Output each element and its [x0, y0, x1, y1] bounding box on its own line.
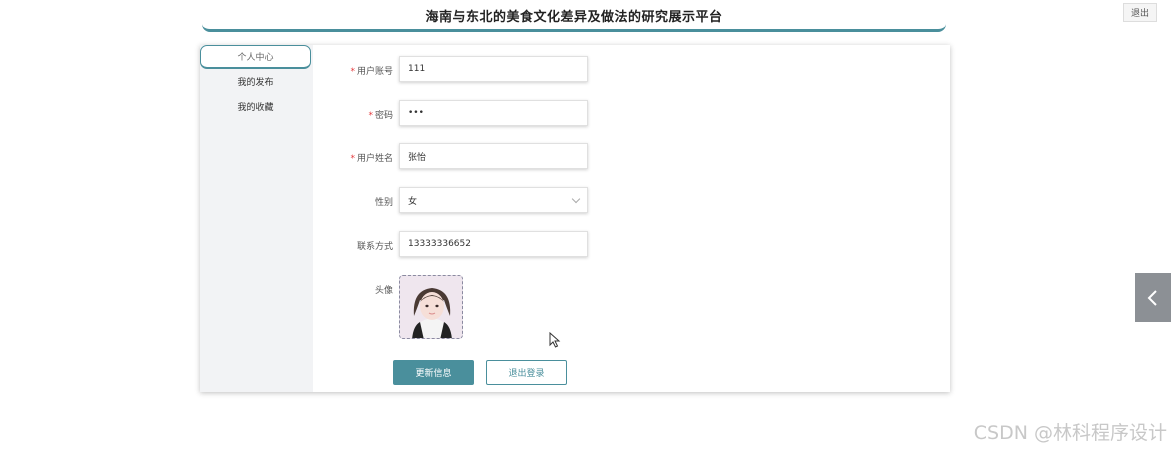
mouse-cursor-icon: [549, 331, 561, 352]
logout-button[interactable]: 退出登录: [486, 360, 567, 385]
side-collapse-button[interactable]: [1135, 273, 1171, 322]
required-mark: *: [368, 111, 373, 121]
password-input[interactable]: •••: [399, 100, 588, 126]
chevron-left-icon: [1147, 289, 1157, 306]
chevron-down-icon: [571, 194, 581, 204]
top-logout-button[interactable]: 退出: [1123, 3, 1157, 22]
avatar-upload[interactable]: [399, 275, 463, 339]
required-mark: *: [350, 67, 355, 77]
realname-label: * 用户姓名: [350, 154, 393, 164]
username-input[interactable]: 111: [399, 56, 588, 82]
phone-input[interactable]: 13333336652: [399, 231, 588, 257]
profile-panel: 个人中心 我的发布 我的收藏 * 用户账号 111 * 密码 ••• * 用户姓名 张…: [200, 45, 950, 392]
sidebar-item-my-posts[interactable]: 我的发布: [200, 69, 311, 93]
sidebar-item-my-favorites[interactable]: 我的收藏: [200, 94, 311, 118]
watermark: CSDN @林科程序设计: [973, 422, 1167, 444]
password-label: * 密码: [368, 111, 393, 121]
avatar-image: [400, 276, 462, 338]
avatar-label: 头像: [374, 286, 393, 296]
gender-select[interactable]: 女: [399, 187, 588, 213]
gender-value: 女: [408, 196, 418, 207]
site-title: 海南与东北的美食文化差异及做法的研究展示平台: [425, 10, 723, 25]
phone-label: 联系方式: [356, 242, 393, 252]
required-mark: *: [350, 154, 355, 164]
sidebar-item-personal-center[interactable]: 个人中心: [200, 45, 311, 69]
sidebar: 个人中心 我的发布 我的收藏: [200, 45, 313, 392]
gender-label: 性别: [374, 198, 393, 208]
username-label: * 用户账号: [350, 67, 393, 77]
header-bar: 海南与东北的美食文化差异及做法的研究展示平台: [202, 0, 946, 32]
update-info-button[interactable]: 更新信息: [393, 360, 474, 385]
realname-input[interactable]: 张怡: [399, 143, 588, 169]
